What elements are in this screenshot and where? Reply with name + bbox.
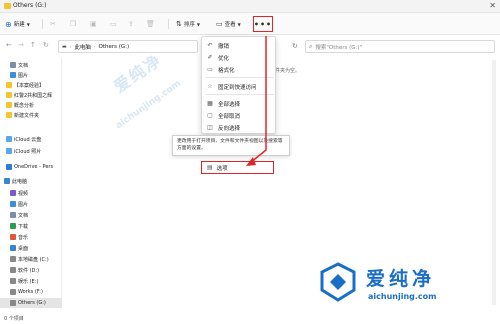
brand-logo-icon	[320, 262, 356, 302]
brand-name: 爱纯净	[366, 268, 436, 290]
brand-url: aichunjing.com	[368, 292, 437, 301]
